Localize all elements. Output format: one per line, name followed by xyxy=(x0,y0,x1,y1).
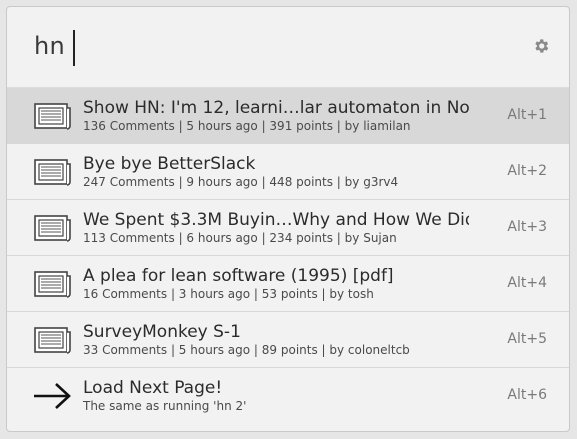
newspaper-icon xyxy=(34,215,71,242)
shortcut-label: Alt+1 xyxy=(507,107,547,123)
newspaper-icon xyxy=(34,327,71,354)
result-title: Show HN: I'm 12, learni…lar automaton in… xyxy=(83,98,469,118)
search-bar: hn xyxy=(7,7,569,88)
result-item[interactable]: We Spent $3.3M Buyin…Why and How We Did … xyxy=(7,200,569,256)
newspaper-icon xyxy=(34,271,71,298)
result-item[interactable]: Show HN: I'm 12, learni…lar automaton in… xyxy=(7,88,569,144)
shortcut-label: Alt+5 xyxy=(507,331,547,347)
result-text: Bye bye BetterSlack 247 Comments | 9 hou… xyxy=(83,153,469,190)
results-list: Show HN: I'm 12, learni…lar automaton in… xyxy=(7,88,569,424)
newspaper-icon xyxy=(34,103,71,130)
result-title: A plea for lean software (1995) [pdf] xyxy=(83,266,394,286)
result-subtitle: 113 Comments | 6 hours ago | 234 points … xyxy=(83,231,397,245)
result-text: Load Next Page! The same as running 'hn … xyxy=(83,377,469,414)
result-item[interactable]: A plea for lean software (1995) [pdf] 16… xyxy=(7,256,569,312)
result-text: SurveyMonkey S-1 33 Comments | 5 hours a… xyxy=(83,321,469,358)
search-input[interactable]: hn xyxy=(34,32,65,60)
result-subtitle: The same as running 'hn 2' xyxy=(83,399,247,413)
result-text: Show HN: I'm 12, learni…lar automaton in… xyxy=(83,97,469,134)
result-subtitle: 247 Comments | 9 hours ago | 448 points … xyxy=(83,175,399,189)
result-item[interactable]: Bye bye BetterSlack 247 Comments | 9 hou… xyxy=(7,144,569,200)
newspaper-icon xyxy=(34,159,71,186)
shortcut-label: Alt+6 xyxy=(507,387,547,403)
text-cursor xyxy=(73,30,75,66)
launcher-window: hn Show HN: I'm 12, learni…lar automaton… xyxy=(6,6,570,432)
result-subtitle: 136 Comments | 5 hours ago | 391 points … xyxy=(83,119,411,133)
result-text: A plea for lean software (1995) [pdf] 16… xyxy=(83,265,469,302)
shortcut-label: Alt+2 xyxy=(507,163,547,179)
gear-icon[interactable] xyxy=(532,37,550,55)
result-subtitle: 33 Comments | 5 hours ago | 89 points | … xyxy=(83,343,410,357)
result-title: Bye bye BetterSlack xyxy=(83,154,256,174)
load-next-page-item[interactable]: Load Next Page! The same as running 'hn … xyxy=(7,368,569,424)
arrow-right-icon xyxy=(34,383,71,409)
shortcut-label: Alt+4 xyxy=(507,275,547,291)
result-text: We Spent $3.3M Buyin…Why and How We Did … xyxy=(83,209,469,246)
result-title: SurveyMonkey S-1 xyxy=(83,322,241,342)
result-subtitle: 16 Comments | 3 hours ago | 53 points | … xyxy=(83,287,374,301)
result-item[interactable]: SurveyMonkey S-1 33 Comments | 5 hours a… xyxy=(7,312,569,368)
result-title: We Spent $3.3M Buyin…Why and How We Did … xyxy=(83,210,469,230)
result-title: Load Next Page! xyxy=(83,378,223,398)
shortcut-label: Alt+3 xyxy=(507,219,547,235)
